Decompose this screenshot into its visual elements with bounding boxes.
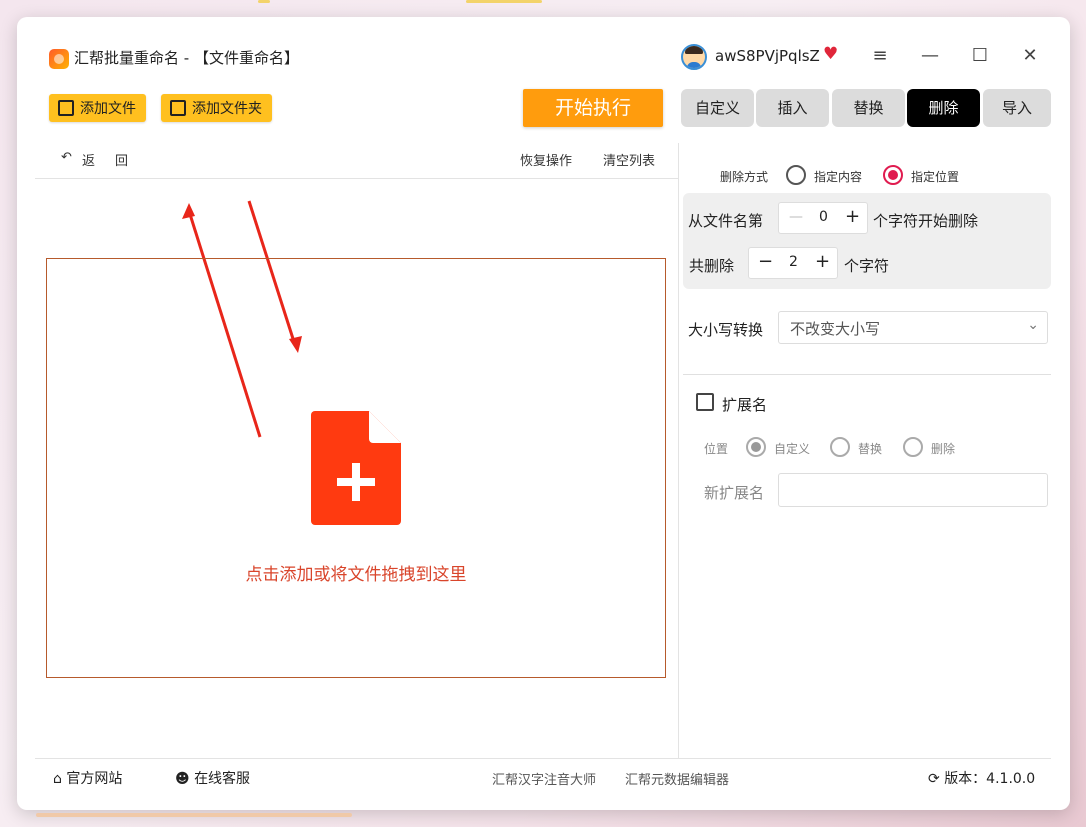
tab-custom[interactable]: 自定义 xyxy=(681,89,754,127)
mode-content-radio[interactable] xyxy=(786,165,806,185)
position-custom-label[interactable]: 自定义 xyxy=(774,440,810,457)
add-folder-label: 添加文件夹 xyxy=(192,101,262,117)
position-delete-radio[interactable] xyxy=(903,437,923,457)
add-file-icon xyxy=(58,100,74,116)
close-button[interactable]: ✕ xyxy=(1015,43,1045,69)
maximize-button[interactable]: ☐ xyxy=(965,43,995,69)
vip-icon[interactable]: ♥ xyxy=(823,46,838,63)
count-suffix: 个字符 xyxy=(844,257,890,275)
back-icon[interactable]: ↶ xyxy=(61,150,72,165)
website-label: 官方网站 xyxy=(66,771,123,787)
count-label: 共删除 xyxy=(689,257,735,275)
increment-icon[interactable]: + xyxy=(845,206,860,227)
from-stepper[interactable]: — 0 + xyxy=(778,202,868,234)
delete-mode-label: 删除方式 xyxy=(720,170,769,184)
window-title: 汇帮批量重命名 - 【文件重命名】 xyxy=(74,49,299,67)
mode-position-radio[interactable] xyxy=(883,165,903,185)
back-button[interactable]: 返回 xyxy=(82,150,148,169)
decrement-icon[interactable]: − xyxy=(758,251,773,272)
extension-checkbox[interactable] xyxy=(696,393,714,411)
extension-label[interactable]: 扩展名 xyxy=(722,394,767,415)
app-window: 汇帮批量重命名 - 【文件重命名】 awS8PVjPqlsZ ♥ ≡ — ☐ ✕… xyxy=(17,17,1070,810)
version-info[interactable]: ⟳ 版本：4.1.0.0 xyxy=(928,768,1035,788)
tab-insert[interactable]: 插入 xyxy=(756,89,829,127)
app-logo-icon xyxy=(49,49,69,69)
pinyin-app-link[interactable]: 汇帮汉字注音大师 xyxy=(492,769,596,788)
add-folder-icon xyxy=(170,100,186,116)
case-select[interactable]: 不改变大小写 ⌄ xyxy=(778,311,1048,344)
menu-button[interactable]: ≡ xyxy=(865,43,895,69)
from-value[interactable]: 0 xyxy=(819,209,828,225)
add-file-large-icon[interactable] xyxy=(311,411,401,525)
support-label: 在线客服 xyxy=(194,771,251,787)
support-link[interactable]: ☻ 在线客服 xyxy=(175,768,250,788)
add-folder-button[interactable]: 添加文件夹 xyxy=(161,94,272,122)
file-list-header: ↶ 返回 恢复操作 清空列表 xyxy=(35,143,678,179)
from-label: 从文件名第 xyxy=(688,212,764,230)
divider xyxy=(683,374,1051,375)
start-button[interactable]: 开始执行 xyxy=(523,89,663,127)
restore-button[interactable]: 恢复操作 xyxy=(520,150,572,169)
count-value[interactable]: 2 xyxy=(789,254,798,270)
position-custom-radio[interactable] xyxy=(746,437,766,457)
mode-content-label[interactable]: 指定内容 xyxy=(814,168,862,185)
metadata-app-link[interactable]: 汇帮元数据编辑器 xyxy=(625,769,729,788)
tab-delete[interactable]: 删除 xyxy=(907,89,980,127)
support-icon: ☻ xyxy=(175,771,190,787)
position-label: 位置 xyxy=(704,442,729,456)
version-label: 版本：4.1.0.0 xyxy=(944,771,1036,787)
new-extension-input[interactable] xyxy=(778,473,1048,507)
new-extension-label: 新扩展名 xyxy=(704,484,765,502)
website-link[interactable]: ⌂ 官方网站 xyxy=(53,768,122,788)
avatar[interactable] xyxy=(681,44,707,70)
position-replace-radio[interactable] xyxy=(830,437,850,457)
from-suffix: 个字符开始删除 xyxy=(873,212,979,230)
case-label: 大小写转换 xyxy=(688,321,764,339)
case-value: 不改变大小写 xyxy=(790,320,881,338)
panel-divider xyxy=(678,143,679,758)
refresh-icon: ⟳ xyxy=(928,771,940,787)
background-strip xyxy=(466,0,542,3)
count-stepper[interactable]: − 2 + xyxy=(748,247,838,279)
increment-icon[interactable]: + xyxy=(815,251,830,272)
arrow-up-head xyxy=(182,203,195,219)
footer: ⌂ 官方网站 ☻ 在线客服 汇帮汉字注音大师 汇帮元数据编辑器 ⟳ 版本：4.1… xyxy=(35,758,1051,794)
drop-zone[interactable]: 点击添加或将文件拖拽到这里 xyxy=(46,258,666,678)
minimize-button[interactable]: — xyxy=(915,43,945,69)
drop-hint: 点击添加或将文件拖拽到这里 xyxy=(245,565,467,585)
username[interactable]: awS8PVjPqlsZ xyxy=(715,47,820,65)
background-strip xyxy=(258,0,270,3)
mode-position-label[interactable]: 指定位置 xyxy=(911,168,959,185)
position-replace-label[interactable]: 替换 xyxy=(858,440,882,457)
home-icon: ⌂ xyxy=(53,771,62,787)
chevron-down-icon: ⌄ xyxy=(1027,317,1039,333)
add-file-label: 添加文件 xyxy=(80,101,136,117)
clear-list-button[interactable]: 清空列表 xyxy=(603,150,655,169)
tab-import[interactable]: 导入 xyxy=(983,89,1051,127)
decrement-icon[interactable]: — xyxy=(789,209,803,225)
add-file-button[interactable]: 添加文件 xyxy=(49,94,146,122)
position-delete-label[interactable]: 删除 xyxy=(931,440,955,457)
background-strip xyxy=(36,813,352,817)
tab-replace[interactable]: 替换 xyxy=(832,89,905,127)
